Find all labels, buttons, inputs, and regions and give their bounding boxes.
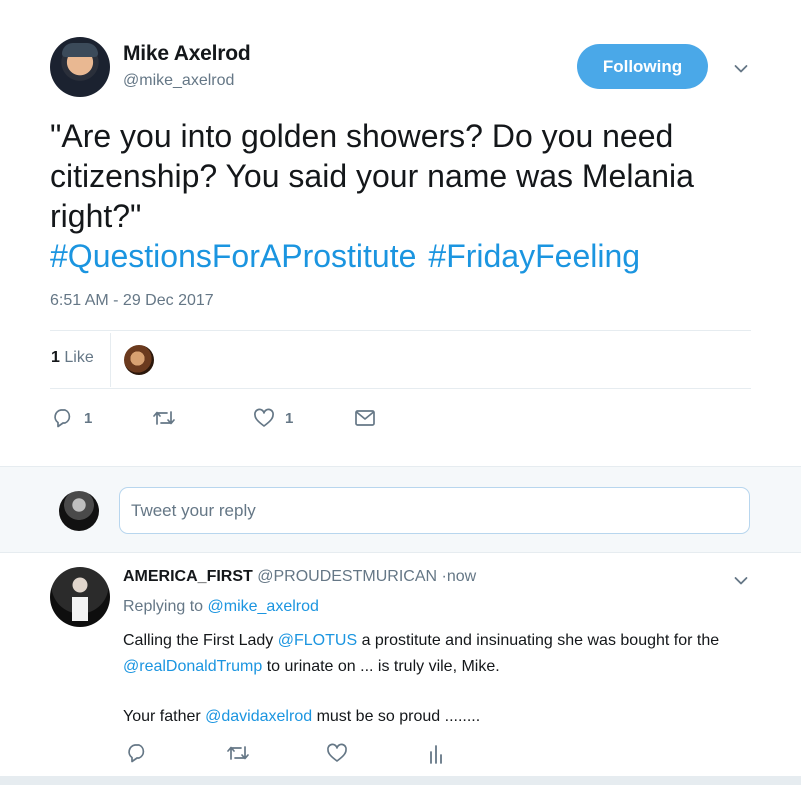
main-tweet: Mike Axelrod @mike_axelrod Following "Ar…	[0, 0, 801, 466]
reply-tweet: AMERICA_FIRST @PROUDESTMURICAN ·now Repl…	[0, 553, 801, 776]
text-segment: Calling the First Lady	[123, 632, 274, 649]
reply-count: 1	[84, 409, 93, 427]
retweet-action[interactable]	[225, 743, 251, 763]
reply-icon	[126, 743, 148, 763]
replying-to-mention[interactable]: @mike_axelrod	[208, 598, 319, 615]
replying-prefix: Replying to	[123, 598, 204, 615]
heart-icon	[326, 743, 348, 763]
current-user-avatar	[59, 491, 99, 531]
text-segment: must be so proud ........	[316, 708, 481, 725]
mention-link[interactable]: @FLOTUS	[278, 632, 357, 649]
hashtag-link[interactable]: #QuestionsForAProstitute	[50, 238, 416, 274]
reply-action[interactable]: 1	[52, 406, 92, 430]
replying-to: Replying to @mike_axelrod	[123, 598, 319, 616]
likes-stat[interactable]: 1 Like	[51, 349, 94, 367]
retweet-action[interactable]	[151, 406, 177, 430]
text-segment: a prostitute and insinuating she was bou…	[361, 632, 693, 649]
reply-composer	[0, 466, 801, 553]
tweet-hashtags: #QuestionsForAProstitute #FridayFeeling	[50, 236, 652, 276]
retweet-icon	[225, 743, 251, 763]
chevron-down-icon[interactable]	[734, 62, 748, 76]
author-avatar[interactable]	[50, 37, 110, 97]
like-action[interactable]	[326, 743, 348, 763]
timeline-separator	[0, 776, 801, 785]
divider	[50, 388, 751, 389]
text-segment: to urinate on ... is truly vile, Mike.	[266, 658, 500, 675]
text-segment: the	[696, 632, 720, 649]
chevron-down-icon[interactable]	[734, 574, 748, 588]
direct-message-action[interactable]	[354, 406, 376, 430]
reply-input[interactable]	[119, 487, 750, 534]
divider	[50, 330, 751, 331]
analytics-action[interactable]	[427, 743, 445, 765]
tweet-timestamp[interactable]: 6:51 AM - 29 Dec 2017	[50, 292, 214, 310]
reply-text: Calling the First Lady @FLOTUS a prostit…	[123, 628, 763, 730]
reply-time[interactable]: now	[447, 568, 476, 585]
envelope-icon	[354, 408, 376, 428]
divider	[110, 333, 111, 387]
author-name[interactable]: Mike Axelrod	[123, 42, 251, 66]
retweet-icon	[151, 408, 177, 428]
mention-link[interactable]: @realDonaldTrump	[123, 658, 262, 675]
reply-author-handle[interactable]: @PROUDESTMURICAN	[257, 568, 437, 585]
text-segment: Your father	[123, 708, 201, 725]
like-action[interactable]: 1	[253, 406, 293, 430]
likes-number: 1	[51, 349, 60, 366]
reply-author-avatar[interactable]	[50, 567, 110, 627]
author-handle[interactable]: @mike_axelrod	[123, 72, 234, 90]
liker-avatar[interactable]	[124, 345, 154, 375]
reply-action[interactable]	[126, 743, 148, 763]
mention-link[interactable]: @davidaxelrod	[205, 708, 312, 725]
following-button[interactable]: Following	[577, 44, 708, 89]
reply-header: AMERICA_FIRST @PROUDESTMURICAN ·now	[123, 568, 476, 586]
tweet-text: "Are you into golden showers? Do you nee…	[50, 118, 694, 234]
reply-icon	[52, 408, 74, 428]
hashtag-link[interactable]: #FridayFeeling	[428, 238, 640, 274]
analytics-icon	[427, 743, 445, 765]
heart-icon	[253, 408, 275, 428]
likes-word: Like	[64, 349, 94, 366]
like-count: 1	[285, 409, 294, 427]
reply-author-name[interactable]: AMERICA_FIRST	[123, 568, 253, 585]
